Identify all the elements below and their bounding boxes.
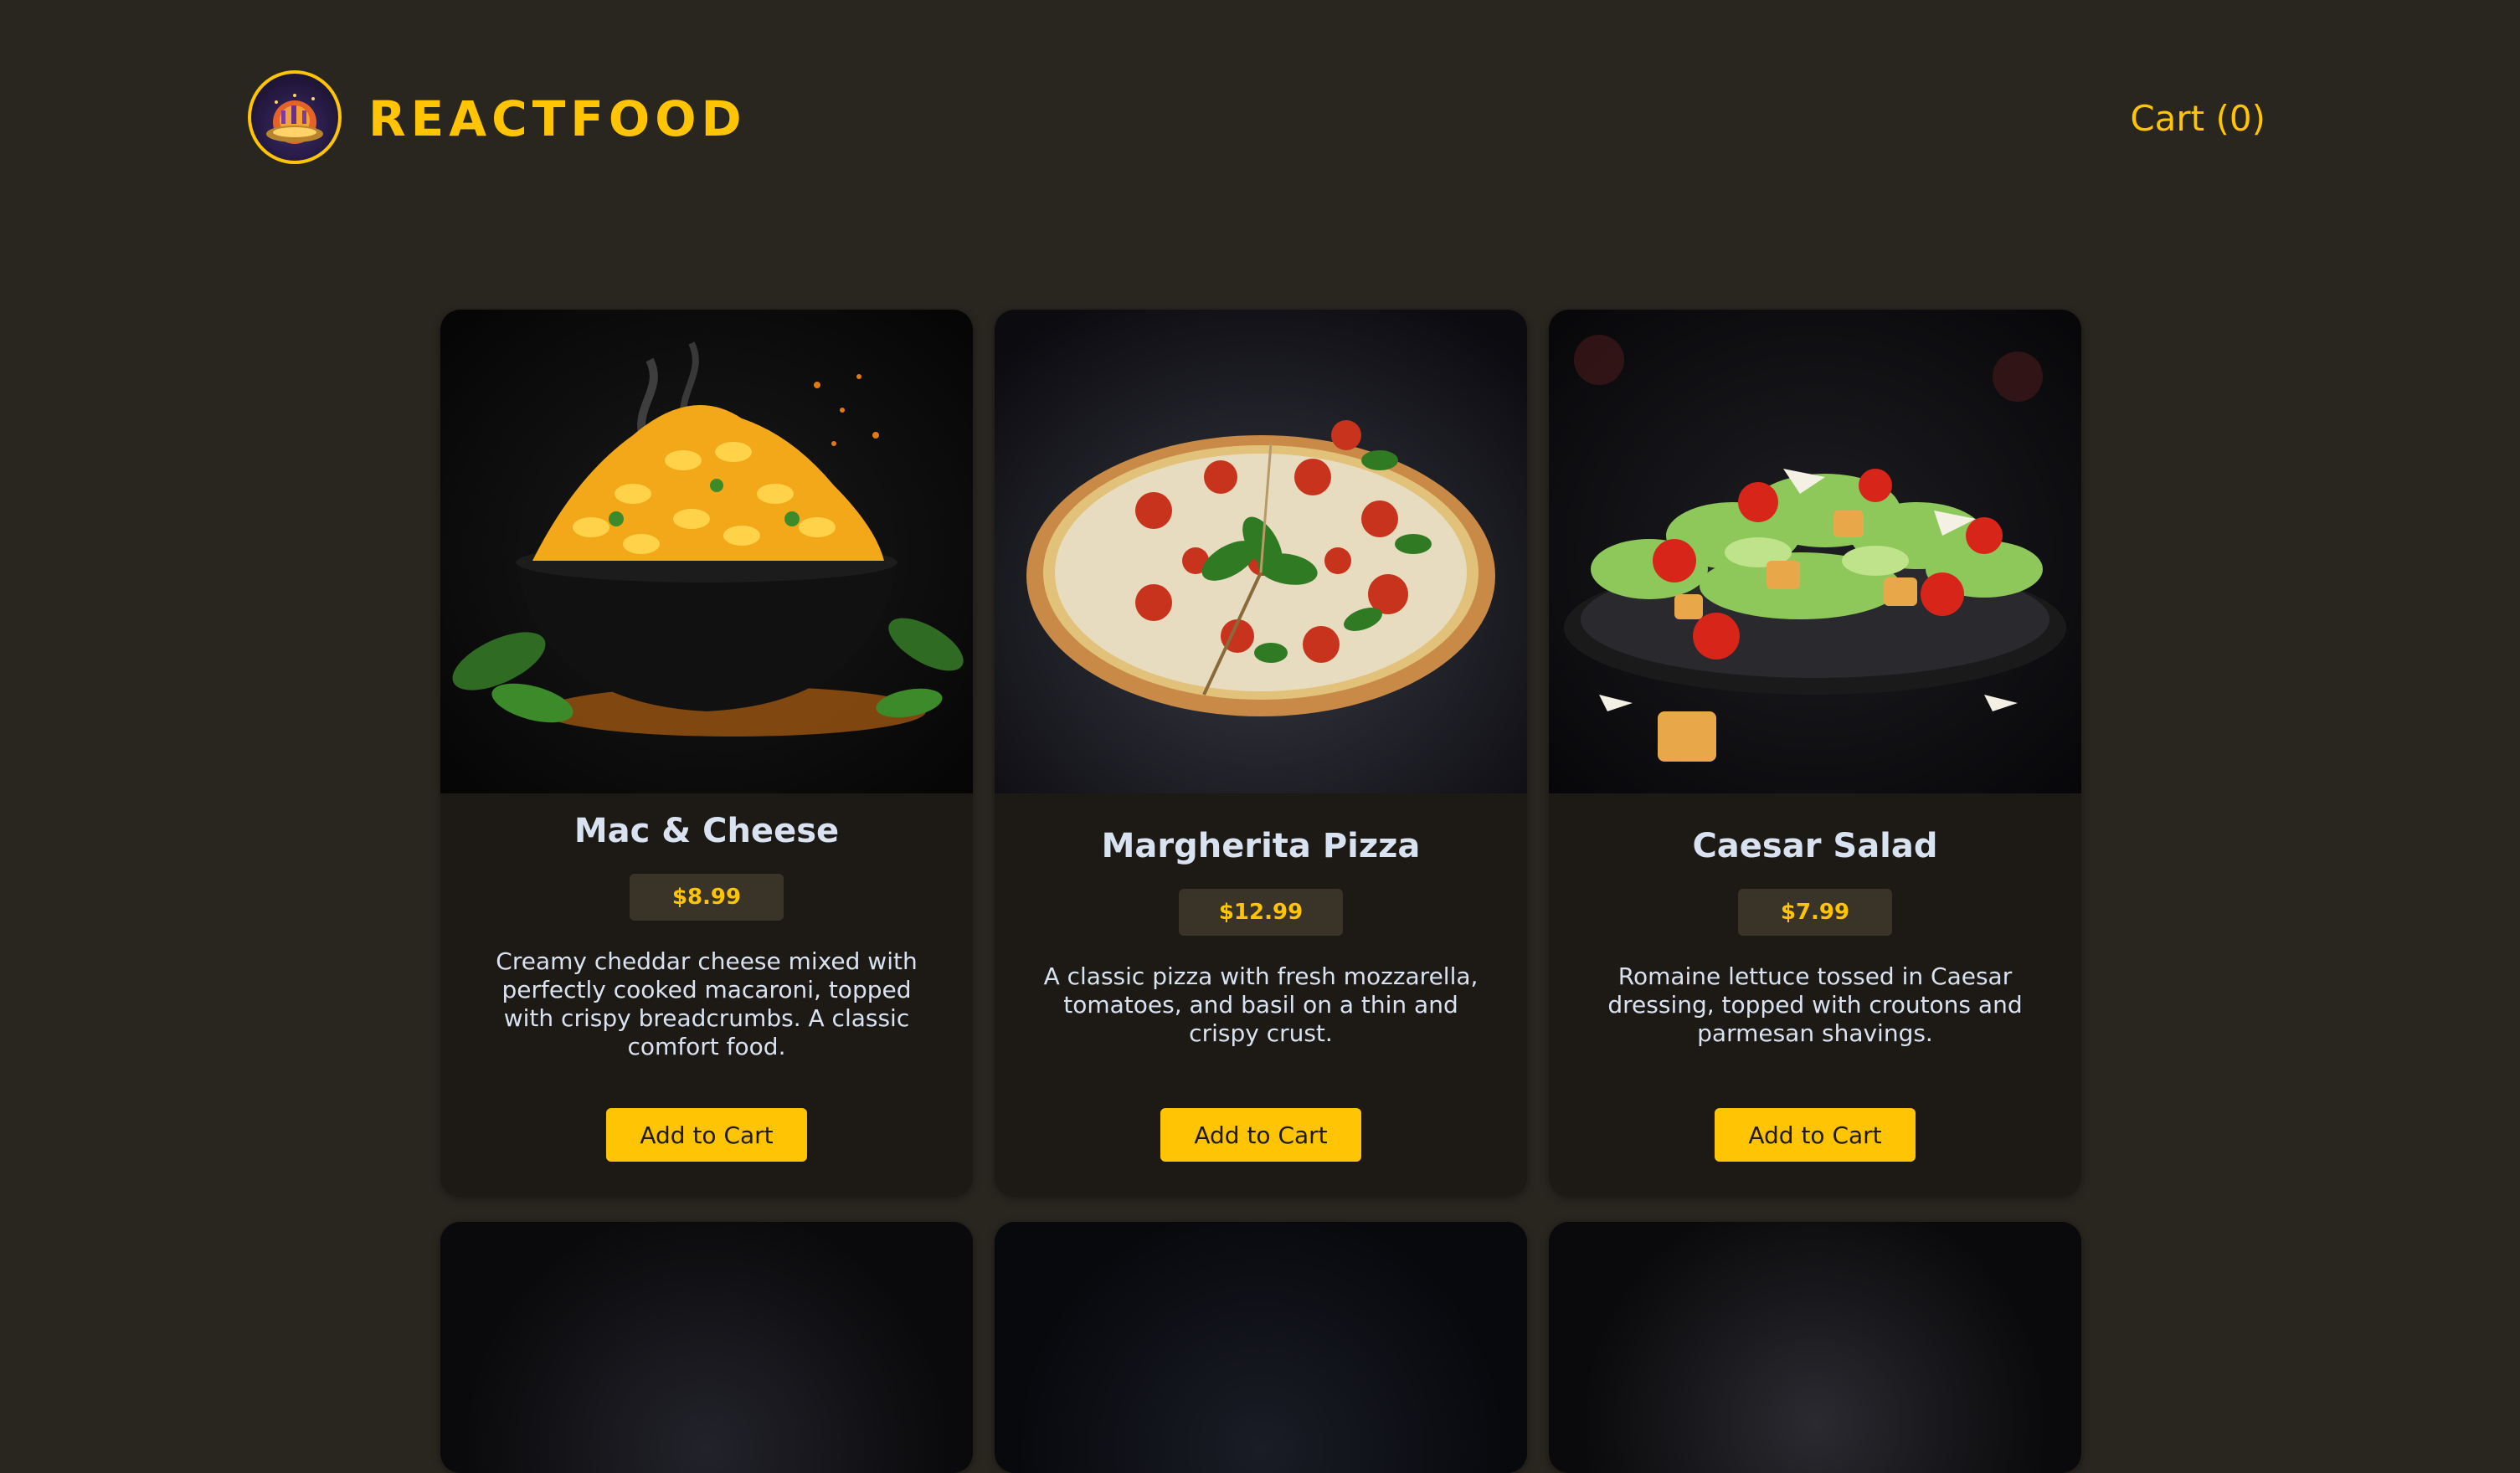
price-badge: $7.99 — [1738, 889, 1892, 936]
meal-card — [440, 1222, 973, 1473]
meal-image — [440, 1222, 973, 1473]
meal-description: Romaine lettuce tossed in Caesar dressin… — [1607, 962, 2023, 1047]
meal-image — [995, 1222, 1527, 1473]
mac-and-cheese-image — [440, 310, 973, 793]
restaurant-logo-icon — [248, 70, 342, 164]
site-header: REACTFOOD Cart (0) — [248, 70, 2265, 167]
meal-card — [1549, 1222, 2081, 1473]
meal-card — [995, 1222, 1527, 1473]
meal-card-caesar-salad: Caesar Salad $7.99 Romaine lettuce tosse… — [1549, 310, 2081, 1197]
meal-title: Caesar Salad — [1692, 827, 1938, 865]
meal-title: Margherita Pizza — [1101, 827, 1421, 865]
meal-title: Mac & Cheese — [573, 812, 840, 850]
add-to-cart-button[interactable]: Add to Cart — [606, 1108, 807, 1162]
add-to-cart-button[interactable]: Add to Cart — [1160, 1108, 1361, 1162]
caesar-salad-image — [1549, 310, 2081, 793]
add-to-cart-button[interactable]: Add to Cart — [1715, 1108, 1916, 1162]
meal-card-margherita-pizza: Margherita Pizza $12.99 A classic pizza … — [995, 310, 1527, 1197]
meal-image — [1549, 1222, 2081, 1473]
price-badge: $8.99 — [630, 874, 784, 921]
meal-description: A classic pizza with fresh mozzarella, t… — [1043, 962, 1479, 1047]
meal-card-mac-and-cheese: Mac & Cheese $8.99 Creamy cheddar cheese… — [440, 310, 973, 1197]
meal-description: Creamy cheddar cheese mixed with perfect… — [496, 947, 918, 1060]
brand-title: REACTFOOD — [368, 90, 747, 147]
cart-button[interactable]: Cart (0) — [2130, 94, 2265, 144]
price-badge: $12.99 — [1179, 889, 1343, 936]
margherita-pizza-image — [995, 310, 1527, 793]
